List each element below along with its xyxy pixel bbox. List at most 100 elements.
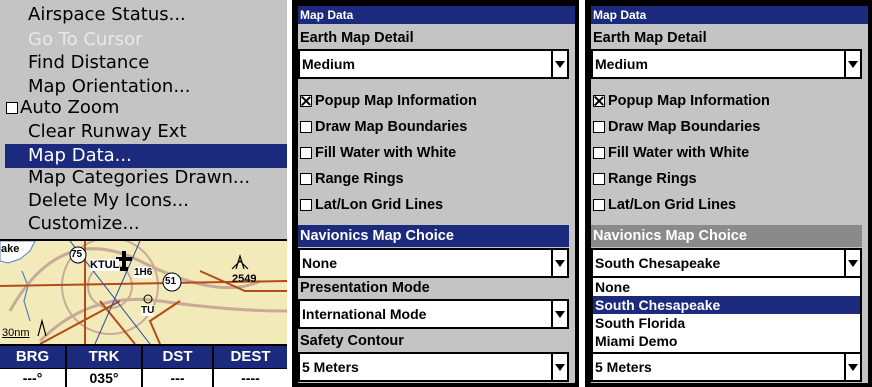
presentation-mode-label: Presentation Mode	[300, 280, 430, 296]
chevron-down-icon[interactable]	[844, 354, 860, 380]
earth-map-detail-dropdown[interactable]: Medium	[591, 49, 862, 79]
navionics-map-choice-label: Navionics Map Choice	[298, 225, 569, 247]
menu-item-map-data[interactable]: Map Data...	[5, 144, 287, 168]
earth-map-detail-label: Earth Map Detail	[300, 30, 414, 46]
checkbox-label: Fill Water with White	[608, 145, 750, 161]
map-label-1h6: 1H6	[134, 267, 153, 278]
checkbox-icon[interactable]	[300, 121, 312, 133]
checkbox-popup-map-info[interactable]: Popup Map Information	[593, 90, 770, 112]
status-header-dest: DEST	[214, 346, 287, 368]
checkbox-label: Range Rings	[315, 171, 404, 187]
option-none[interactable]: None	[593, 278, 860, 296]
menu-item-label: Map Categories Drawn...	[28, 167, 251, 188]
checkbox-fill-water-white[interactable]: Fill Water with White	[300, 142, 456, 164]
map-scale-label: 30nm	[2, 327, 30, 339]
checkbox-icon[interactable]	[593, 121, 605, 133]
auto-zoom-checkbox[interactable]	[6, 102, 18, 114]
checkbox-label: Fill Water with White	[315, 145, 457, 161]
earth-map-detail-label: Earth Map Detail	[593, 30, 707, 46]
checkbox-popup-map-info[interactable]: Popup Map Information	[300, 90, 477, 112]
menu-item-label: Go To Cursor	[28, 29, 143, 50]
checkbox-icon[interactable]	[300, 199, 312, 211]
menu-item-label: Map Data...	[28, 145, 132, 166]
checkbox-range-rings[interactable]: Range Rings	[593, 168, 697, 190]
chevron-down-icon[interactable]	[844, 51, 860, 77]
menu-item-find-distance[interactable]: Find Distance	[0, 51, 287, 75]
checkbox-label: Draw Map Boundaries	[315, 119, 468, 135]
dropdown-value: 5 Meters	[595, 359, 652, 375]
status-header-dst: DST	[143, 346, 212, 368]
checkbox-label: Lat/Lon Grid Lines	[315, 197, 444, 213]
menu-item-label: Clear Runway Ext	[28, 121, 187, 142]
checkbox-label: Popup Map Information	[315, 93, 477, 109]
map-label-tu: TU	[141, 305, 155, 316]
option-miami-demo[interactable]: Miami Demo	[593, 332, 860, 350]
menu-item-map-categories-drawn[interactable]: Map Categories Drawn...	[0, 166, 287, 190]
menu-item-airspace-status[interactable]: Airspace Status...	[0, 3, 287, 27]
chevron-down-icon[interactable]	[551, 354, 567, 380]
menu-item-go-to-cursor: Go To Cursor	[0, 28, 287, 52]
chevron-down-icon[interactable]	[551, 51, 567, 77]
checkbox-lat-lon-grid[interactable]: Lat/Lon Grid Lines	[300, 194, 443, 216]
checkbox-label: Range Rings	[608, 171, 697, 187]
dropdown-value: Medium	[595, 56, 648, 72]
menu-item-label: Delete My Icons...	[28, 190, 189, 211]
checkbox-fill-water-white[interactable]: Fill Water with White	[593, 142, 749, 164]
option-south-florida[interactable]: South Florida	[593, 314, 860, 332]
menu-item-delete-my-icons[interactable]: Delete My Icons...	[0, 189, 287, 213]
checkbox-icon[interactable]	[593, 147, 605, 159]
earth-map-detail-dropdown[interactable]: Medium	[298, 49, 569, 79]
chevron-down-icon[interactable]	[844, 250, 860, 276]
navionics-map-choice-label: Navionics Map Choice	[591, 225, 862, 247]
checkbox-lat-lon-grid[interactable]: Lat/Lon Grid Lines	[593, 194, 736, 216]
map-label-hwy51: 51	[165, 276, 177, 287]
map-graphic	[0, 241, 287, 344]
dialog-title: Map Data	[298, 6, 575, 24]
checkbox-label: Lat/Lon Grid Lines	[608, 197, 737, 213]
menu-item-auto-zoom[interactable]: Auto Zoom	[0, 96, 287, 120]
map-menu-panel: Airspace Status... Go To Cursor Find Dis…	[0, 0, 287, 387]
status-value-dst: ---	[143, 369, 212, 387]
map-view[interactable]: ake 75 KTUL 1H6 51 TU 2549 30nm	[0, 241, 287, 344]
menu-item-label: Find Distance	[28, 52, 150, 73]
dialog-title: Map Data	[591, 6, 868, 24]
status-value-dest: ----	[214, 369, 287, 387]
menu-item-label: Customize...	[28, 213, 140, 234]
checkbox-range-rings[interactable]: Range Rings	[300, 168, 404, 190]
option-south-chesapeake[interactable]: South Chesapeake	[593, 296, 860, 314]
menu-item-customize[interactable]: Customize...	[0, 212, 287, 236]
map-data-dialog: Map Data Earth Map Detail Medium Popup M…	[298, 6, 575, 383]
status-header-trk: TRK	[67, 346, 141, 368]
checkbox-icon[interactable]	[593, 199, 605, 211]
presentation-mode-dropdown[interactable]: International Mode	[298, 299, 569, 329]
map-label-hwy75: 75	[71, 249, 83, 260]
map-data-dialog: Map Data Earth Map Detail Medium Popup M…	[591, 6, 868, 383]
checkbox-draw-map-boundaries[interactable]: Draw Map Boundaries	[300, 116, 467, 138]
checkbox-icon[interactable]	[300, 173, 312, 185]
chevron-down-icon[interactable]	[551, 250, 567, 276]
checkbox-checked-icon[interactable]	[300, 95, 312, 107]
menu-item-label: Map Orientation...	[28, 76, 191, 97]
navionics-map-choice-dropdown[interactable]: South Chesapeake	[591, 248, 862, 278]
menu-item-clear-runway-ext[interactable]: Clear Runway Ext	[0, 120, 287, 144]
checkbox-label: Draw Map Boundaries	[608, 119, 761, 135]
dropdown-value: None	[302, 255, 337, 271]
checkbox-checked-icon[interactable]	[593, 95, 605, 107]
chevron-down-icon[interactable]	[551, 301, 567, 327]
map-menu: Airspace Status... Go To Cursor Find Dis…	[0, 0, 287, 239]
map-data-panel-expanded: Map Data Earth Map Detail Medium Popup M…	[585, 0, 872, 387]
checkbox-icon[interactable]	[593, 173, 605, 185]
safety-contour-dropdown[interactable]: 5 Meters	[298, 352, 569, 382]
map-label-lake: ake	[1, 243, 20, 255]
dropdown-value: Medium	[302, 56, 355, 72]
status-header-brg: BRG	[0, 346, 65, 368]
safety-contour-dropdown[interactable]: 5 Meters	[591, 352, 862, 382]
dropdown-value: 5 Meters	[302, 359, 359, 375]
checkbox-draw-map-boundaries[interactable]: Draw Map Boundaries	[593, 116, 760, 138]
map-label-ktul: KTUL	[90, 259, 120, 271]
navionics-options-list[interactable]: None South Chesapeake South Florida Miam…	[591, 276, 862, 354]
navionics-map-choice-dropdown[interactable]: None	[298, 248, 569, 278]
dropdown-value: South Chesapeake	[595, 255, 721, 271]
checkbox-icon[interactable]	[300, 147, 312, 159]
menu-item-label: Airspace Status...	[28, 4, 186, 25]
